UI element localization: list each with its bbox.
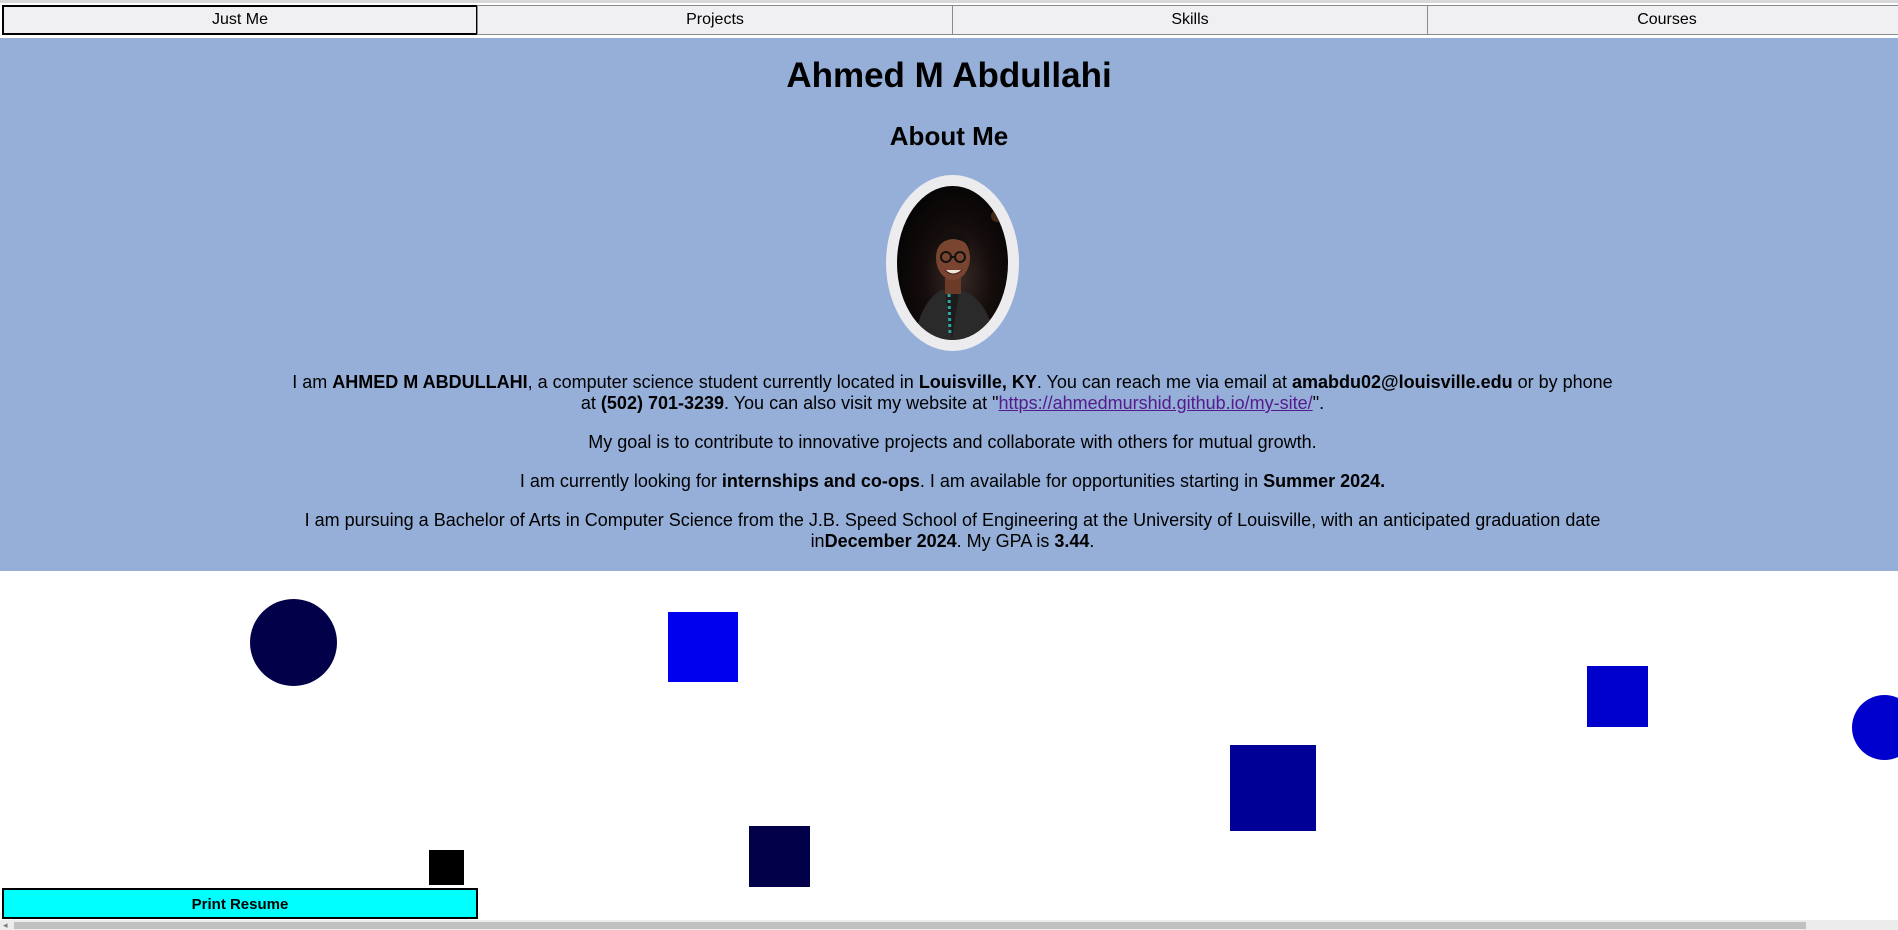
intro-paragraph: I am AHMED M ABDULLAHI, a computer scien… [290,372,1615,414]
profile-photo-frame [886,175,1019,351]
decorative-square [429,850,464,885]
horizontal-scrollbar[interactable]: ◂ [0,920,1898,930]
decorative-square [668,612,738,682]
education-gpa: 3.44 [1054,531,1090,551]
print-resume-button[interactable]: Print Resume [2,888,478,919]
tab-just-me[interactable]: Just Me [2,5,478,35]
intro-text-1: I am [292,372,333,392]
tab-skills[interactable]: Skills [952,5,1428,35]
education-paragraph: I am pursuing a Bachelor of Arts in Comp… [290,510,1615,552]
education-text-3: . [1089,531,1095,551]
intro-full-name: AHMED M ABDULLAHI [332,372,528,392]
availability-text-1: I am currently looking for [519,471,722,491]
intro-location: Louisville, KY [918,372,1037,392]
decorative-circle [1852,695,1898,760]
decorative-square [1230,745,1316,831]
availability-start: Summer 2024. [1263,471,1386,491]
education-grad-date: December 2024 [824,531,957,551]
tab-courses[interactable]: Courses [1427,5,1898,35]
profile-photo [897,186,1008,340]
decorative-circle [250,599,337,686]
profile-photo-illustration [915,210,1003,340]
about-section: Ahmed M Abdullahi About Me I am AHMED M … [0,38,1898,571]
intro-phone: (502) 701-3239 [600,393,725,413]
scroll-left-arrow-icon[interactable]: ◂ [3,920,8,930]
intro-email: amabdu02@louisville.edu [1292,372,1513,392]
tab-bar: Just Me Projects Skills Courses [0,0,1898,38]
availability-text-2: . I am available for opportunities start… [919,471,1264,491]
scrollbar-thumb[interactable] [14,922,1806,929]
intro-text-2: , a computer science student currently l… [527,372,919,392]
page-title: Ahmed M Abdullahi [786,56,1112,95]
tab-projects[interactable]: Projects [477,5,953,35]
intro-text-6: ". [1312,393,1325,413]
goal-paragraph: My goal is to contribute to innovative p… [588,432,1317,452]
website-link[interactable]: https://ahmedmurshid.github.io/my-site/ [999,393,1313,413]
education-text-2: . My GPA is [956,531,1055,551]
intro-text-5: . You can also visit my website at " [724,393,999,413]
decorative-square [749,826,810,887]
about-heading: About Me [889,121,1009,151]
availability-paragraph: I am currently looking for internships a… [290,471,1615,492]
decorative-square [1587,666,1648,727]
intro-text-3: . You can reach me via email at [1036,372,1292,392]
availability-seeking: internships and co-ops [721,471,920,491]
